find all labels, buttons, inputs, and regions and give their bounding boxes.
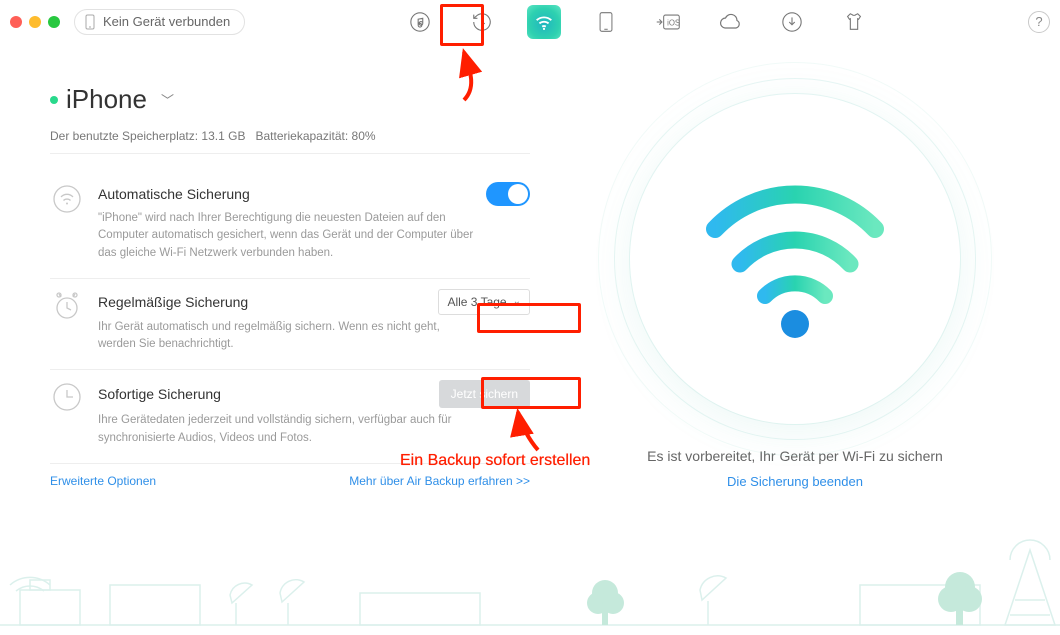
nav-music[interactable] [403,5,437,39]
download-icon [781,11,803,33]
instant-backup-desc: Ihre Gerätedaten jederzeit und vollständ… [98,412,478,447]
nav-history[interactable] [465,5,499,39]
interval-value: Alle 3 Tage [447,295,506,309]
nav-phone[interactable] [589,5,623,39]
nav-wifi-backup[interactable] [527,5,561,39]
instant-backup-icon [50,380,84,414]
history-icon [471,11,493,33]
window-minimize-button[interactable] [29,16,41,28]
instant-backup-title: Sofortige Sicherung [98,386,221,402]
nav-skin[interactable] [837,5,871,39]
top-nav: iOS [251,5,1022,39]
wifi-icon [533,11,555,33]
advanced-options-link[interactable]: Erweiterte Optionen [50,474,156,488]
end-backup-link[interactable]: Die Sicherung beenden [727,474,863,489]
device-name: iPhone [66,84,147,115]
help-label: ? [1035,14,1042,29]
to-ios-icon: iOS [655,11,681,33]
phone-icon [596,11,616,33]
chevron-down-icon: ⌄ [513,296,521,307]
backup-now-label: Jetzt sichern [451,387,518,401]
window-close-button[interactable] [10,16,22,28]
interval-dropdown[interactable]: Alle 3 Tage ⌄ [438,289,530,315]
regular-backup-title: Regelmäßige Sicherung [98,294,248,310]
annotation-caption: Ein Backup sofort erstellen [400,452,590,470]
auto-backup-icon [50,182,84,216]
nav-icloud[interactable] [713,5,747,39]
device-dropdown-chevron[interactable]: ﹀ [157,86,178,113]
storage-label: Der benutzte Speicherplatz: 13.1 GB [50,129,245,143]
device-status-label: Kein Gerät verbunden [103,14,230,29]
battery-label: Batteriekapazität: 80% [255,129,375,143]
svg-text:iOS: iOS [667,18,680,27]
nav-download[interactable] [775,5,809,39]
auto-backup-title: Automatische Sicherung [98,186,250,202]
learn-more-link[interactable]: Mehr über Air Backup erfahren >> [349,474,530,488]
cloud-icon [718,12,742,32]
window-zoom-button[interactable] [48,16,60,28]
auto-backup-toggle[interactable] [486,182,530,206]
music-icon [409,11,431,33]
nav-to-ios[interactable]: iOS [651,5,685,39]
device-select-pill[interactable]: Kein Gerät verbunden [74,9,245,35]
regular-backup-desc: Ihr Gerät automatisch und regelmäßig sic… [98,319,478,354]
backup-now-button[interactable]: Jetzt sichern [439,380,530,408]
device-icon [85,14,95,30]
regular-backup-icon [50,289,84,323]
status-dot [50,96,58,104]
device-info-line: Der benutzte Speicherplatz: 13.1 GB Batt… [50,123,530,154]
tshirt-icon [843,11,865,33]
auto-backup-desc: "iPhone" wird nach Ihrer Berechtigung di… [98,210,478,262]
footer-illustration [0,535,1060,635]
help-button[interactable]: ? [1028,11,1050,33]
wifi-illustration [630,94,960,424]
